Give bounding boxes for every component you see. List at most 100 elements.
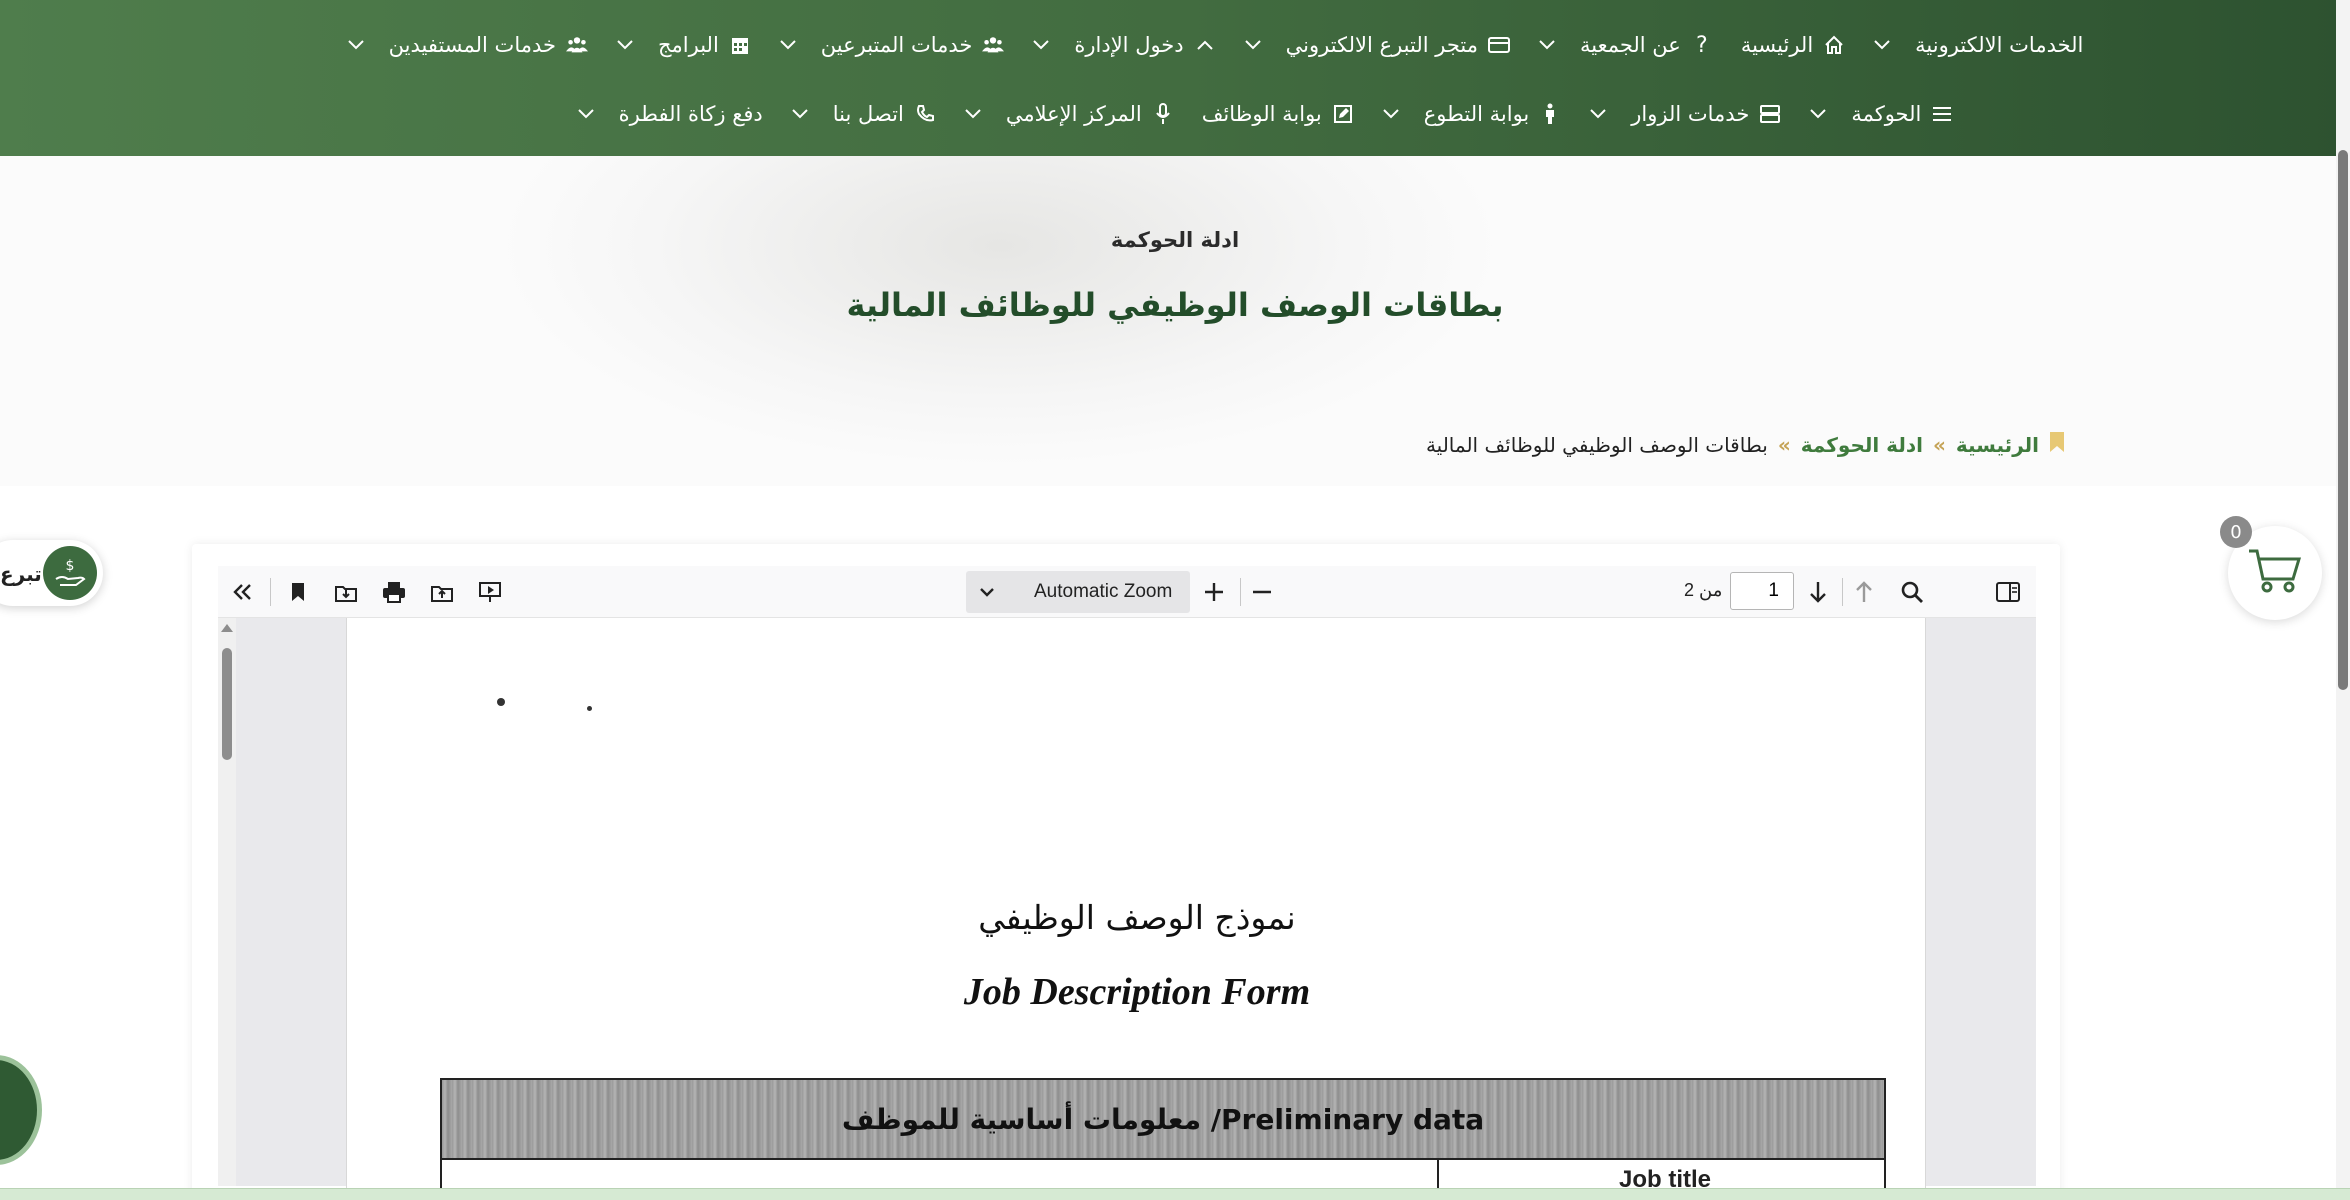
page-title: بطاقات الوصف الوظيفي للوظائف المالية xyxy=(846,286,1504,324)
zoom-select[interactable]: Automatic Zoom xyxy=(966,571,1190,613)
chevron-up-icon xyxy=(1194,34,1216,56)
nav-label: خدمات المتبرعين xyxy=(820,33,973,57)
chat-widget-button[interactable] xyxy=(0,1055,42,1165)
nav-row-primary: الخدمات الالكترونية الرئيسية ? عن الجمعي… xyxy=(0,22,2350,68)
chevron-down-icon xyxy=(1873,36,1891,54)
cart-button[interactable]: 0 xyxy=(2220,516,2322,620)
menu-icon xyxy=(1931,103,1953,125)
nav-item-donation-store[interactable]: متجر التبرع الالكتروني xyxy=(1244,33,1510,57)
breadcrumb: الرئيسية » ادلة الحوكمة » بطاقات الوصف ا… xyxy=(1426,431,2065,458)
pdf-page: نموذج الوصف الوظيفي Job Description Form… xyxy=(346,618,1926,1200)
question-icon: ? xyxy=(1695,32,1708,58)
print-icon[interactable] xyxy=(378,576,410,608)
scroll-thumb[interactable] xyxy=(222,648,232,760)
nav-item-media-center[interactable]: المركز الإعلامي xyxy=(964,102,1174,126)
donate-floating-button[interactable]: تبرع $ xyxy=(0,540,103,606)
users-icon xyxy=(982,34,1005,56)
nav-label: الخدمات الالكترونية xyxy=(1915,33,2084,57)
chevron-down-icon xyxy=(616,36,634,54)
scan-mark xyxy=(587,706,592,711)
open-file-icon[interactable] xyxy=(426,576,458,608)
nav-label: بوابة التطوع xyxy=(1423,102,1530,126)
nav-label: اتصل بنا xyxy=(832,102,904,126)
nav-label: المركز الإعلامي xyxy=(1005,102,1142,126)
nav-item-donor-services[interactable]: خدمات المتبرعين xyxy=(779,33,1005,57)
chevron-down-icon xyxy=(1032,36,1050,54)
bookmark-icon xyxy=(2049,431,2065,458)
nav-item-jobs-portal[interactable]: بوابة الوظائف xyxy=(1202,102,1354,126)
nav-item-home[interactable]: الرئيسية xyxy=(1741,33,1845,57)
server-icon xyxy=(1759,103,1781,125)
chevron-down-icon xyxy=(779,36,797,54)
download-icon[interactable] xyxy=(330,576,362,608)
breadcrumb-home-link[interactable]: الرئيسية xyxy=(1956,433,2039,457)
phone-icon xyxy=(914,103,936,125)
chevron-down-icon xyxy=(1809,105,1827,123)
nav-row-secondary: الحوكمة خدمات الزوار بوابة التطوع بوابة … xyxy=(0,91,2350,137)
chevron-down-icon xyxy=(347,36,365,54)
breadcrumb-current: بطاقات الوصف الوظيفي للوظائف المالية xyxy=(1425,432,1768,457)
pdf-title-arabic: نموذج الوصف الوظيفي xyxy=(978,898,1296,937)
pdf-table-header: Preliminary data/ معلومات أساسية للموظف xyxy=(442,1080,1884,1160)
bottom-strip xyxy=(0,1188,2350,1200)
chevron-down-icon xyxy=(1244,36,1262,54)
nav-label: عن الجمعية xyxy=(1579,33,1681,57)
nav-item-e-services[interactable]: الخدمات الالكترونية xyxy=(1873,33,2083,57)
page-scrollbar[interactable] xyxy=(2336,0,2350,1190)
nav-label: الحوكمة xyxy=(1851,102,1922,126)
mic-icon xyxy=(1152,103,1174,125)
pdf-title-english: Job Description Form xyxy=(963,971,1311,1013)
card-icon xyxy=(1487,34,1510,56)
users-icon xyxy=(565,34,588,56)
zoom-level: Automatic Zoom xyxy=(1034,581,1173,602)
cart-icon xyxy=(2247,547,2303,599)
breadcrumb-parent-link[interactable]: ادلة الحوكمة xyxy=(1801,433,1923,457)
tools-icon[interactable] xyxy=(226,576,258,608)
nav-item-beneficiary-services[interactable]: خدمات المستفيدين xyxy=(347,33,588,57)
chevron-down-icon xyxy=(791,105,809,123)
nav-item-zakat[interactable]: دفع زكاة الفطرة xyxy=(577,102,763,126)
nav-item-contact[interactable]: اتصل بنا xyxy=(791,102,936,126)
top-navigation: الخدمات الالكترونية الرئيسية ? عن الجمعي… xyxy=(0,0,2350,156)
chevron-down-icon xyxy=(577,105,595,123)
zoom-in-icon[interactable] xyxy=(1198,576,1230,608)
chevron-down-icon xyxy=(1382,105,1400,123)
pdf-table: Preliminary data/ معلومات أساسية للموظف … xyxy=(440,1078,1886,1200)
donate-hand-icon: $ xyxy=(43,546,97,600)
nav-item-about[interactable]: ? عن الجمعية xyxy=(1538,32,1713,58)
breadcrumb-separator: » xyxy=(1777,432,1791,457)
nav-item-programs[interactable]: البرامج xyxy=(616,33,751,57)
nav-item-admin-login[interactable]: دخول الإدارة xyxy=(1032,33,1215,57)
calendar-icon xyxy=(729,34,751,56)
hero-subtitle: ادلة الحوكمة xyxy=(1110,228,1240,252)
nav-label: بوابة الوظائف xyxy=(1201,102,1322,126)
breadcrumb-separator: » xyxy=(1932,432,1946,457)
page-hero: ادلة الحوكمة بطاقات الوصف الوظيفي للوظائ… xyxy=(0,156,2350,486)
page-scroll-thumb[interactable] xyxy=(2338,150,2348,690)
pdf-viewer-toolbar: Automatic Zoom من 2 xyxy=(218,566,2036,618)
bookmark-icon[interactable] xyxy=(282,576,314,608)
scroll-up-arrow[interactable] xyxy=(221,624,233,632)
nav-item-visitor-services[interactable]: خدمات الزوار xyxy=(1589,102,1781,126)
nav-label: دفع زكاة الفطرة xyxy=(618,102,763,126)
page-count-label: من 2 xyxy=(1684,580,1723,600)
page-number-input[interactable] xyxy=(1730,572,1794,610)
search-icon[interactable] xyxy=(1896,576,1928,608)
svg-text:$: $ xyxy=(66,558,75,574)
donate-label: تبرع xyxy=(0,562,42,586)
pdf-scrollbar[interactable] xyxy=(218,618,236,1186)
nav-label: البرامج xyxy=(657,33,719,57)
nav-item-volunteer-portal[interactable]: بوابة التطوع xyxy=(1382,102,1561,126)
nav-item-governance[interactable]: الحوكمة xyxy=(1809,102,1953,126)
nav-label: خدمات المستفيدين xyxy=(388,33,556,57)
scan-mark xyxy=(497,698,505,706)
next-page-icon[interactable] xyxy=(1802,576,1834,608)
presentation-icon[interactable] xyxy=(474,576,506,608)
chevron-down-icon xyxy=(1538,36,1556,54)
chevron-down-icon xyxy=(966,587,1008,597)
sidebar-toggle-icon[interactable] xyxy=(1992,576,2024,608)
nav-label: متجر التبرع الالكتروني xyxy=(1285,33,1478,57)
zoom-out-icon[interactable] xyxy=(1246,576,1278,608)
nav-label: خدمات الزوار xyxy=(1631,102,1750,126)
prev-page-icon[interactable] xyxy=(1848,576,1880,608)
